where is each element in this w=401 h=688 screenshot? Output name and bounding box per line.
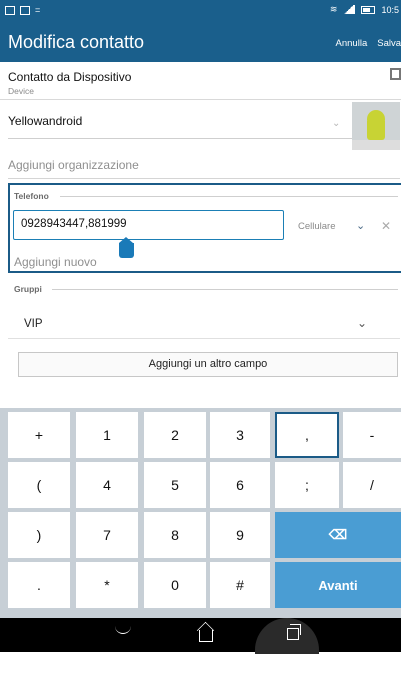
sim-icon xyxy=(5,5,15,15)
groups-section-label: Gruppi xyxy=(14,284,42,294)
chevron-down-icon[interactable]: ⌄ xyxy=(356,219,365,232)
key-2[interactable]: 2 xyxy=(144,412,206,458)
phone-section-divider xyxy=(60,196,398,197)
android-body xyxy=(367,118,385,140)
phone-section-label: Telefono xyxy=(14,191,49,201)
battery-icon xyxy=(361,5,376,14)
key-%2B[interactable]: + xyxy=(8,412,70,458)
key-*[interactable]: * xyxy=(76,562,138,608)
add-field-button[interactable]: Aggiungi un altro campo xyxy=(18,352,398,377)
phone-type-selector[interactable]: Cellulare xyxy=(298,221,336,232)
organization-divider xyxy=(8,178,400,179)
home-icon[interactable] xyxy=(199,630,213,642)
key--[interactable]: - xyxy=(343,412,401,458)
contact-photo[interactable] xyxy=(352,102,400,150)
account-row[interactable]: Contatto da Dispositivo Device xyxy=(0,62,401,100)
overflow-menu-icon[interactable] xyxy=(390,68,401,80)
key-.[interactable]: . xyxy=(8,562,70,608)
account-type: Device xyxy=(8,86,34,96)
key-%2F[interactable]: / xyxy=(343,462,401,508)
recents-icon[interactable] xyxy=(287,624,301,640)
key-1[interactable]: 1 xyxy=(76,412,138,458)
key-8[interactable]: 8 xyxy=(144,512,206,558)
status-right: ≋ 10:5 xyxy=(330,4,399,15)
key-6[interactable]: 6 xyxy=(210,462,270,508)
notification-icon xyxy=(20,5,30,15)
numeric-keyboard: +1 2 3, - (4 5 6; /) 7 8 9 ⌫. * 0 # Avanti xyxy=(0,408,401,618)
key-4[interactable]: 4 xyxy=(76,462,138,508)
signal-icon xyxy=(343,5,356,14)
photo-floor xyxy=(352,140,400,150)
page-title: Modifica contatto xyxy=(8,32,145,52)
phone-input[interactable]: 0928943447,881999 xyxy=(13,210,284,240)
status-bar: = ≋ 10:5 xyxy=(0,0,401,22)
groups-divider xyxy=(8,338,400,339)
key-([interactable]: ( xyxy=(8,462,70,508)
status-time: 10:5 xyxy=(381,4,399,15)
key-)[interactable]: ) xyxy=(8,512,70,558)
close-icon[interactable]: ✕ xyxy=(381,219,391,233)
next-key[interactable]: Avanti xyxy=(275,562,401,608)
add-organization[interactable]: Aggiungi organizzazione xyxy=(8,158,139,172)
key-9[interactable]: 9 xyxy=(210,512,270,558)
status-left: = xyxy=(5,5,40,15)
groups-section-divider xyxy=(52,289,398,290)
wifi-icon: ≋ xyxy=(329,4,338,14)
back-icon[interactable] xyxy=(115,626,131,634)
save-button[interactable]: Salva xyxy=(377,38,401,49)
account-name: Contatto da Dispositivo xyxy=(8,70,132,84)
backspace-key[interactable]: ⌫ xyxy=(275,512,401,558)
chevron-down-icon[interactable]: ⌄ xyxy=(357,316,367,330)
add-new-phone[interactable]: Aggiungi nuovo xyxy=(14,255,97,269)
navigation-bar xyxy=(0,618,401,654)
key-3[interactable]: 3 xyxy=(210,412,270,458)
key-7[interactable]: 7 xyxy=(76,512,138,558)
key-%2C[interactable]: , xyxy=(275,412,339,458)
key-%3B[interactable]: ; xyxy=(275,462,339,508)
mute-icon: = xyxy=(35,5,41,15)
cancel-button[interactable]: Annulla xyxy=(336,38,368,49)
key-5[interactable]: 5 xyxy=(144,462,206,508)
key-%23[interactable]: # xyxy=(210,562,270,608)
chevron-down-icon[interactable]: ⌄ xyxy=(332,118,340,129)
text-cursor-handle[interactable] xyxy=(119,237,134,258)
key-0[interactable]: 0 xyxy=(144,562,206,608)
name-field[interactable]: Yellowandroid xyxy=(8,114,82,128)
name-underline xyxy=(8,138,356,139)
group-selector[interactable]: VIP xyxy=(24,318,43,330)
action-bar: Modifica contatto Annulla Salva xyxy=(0,22,401,62)
